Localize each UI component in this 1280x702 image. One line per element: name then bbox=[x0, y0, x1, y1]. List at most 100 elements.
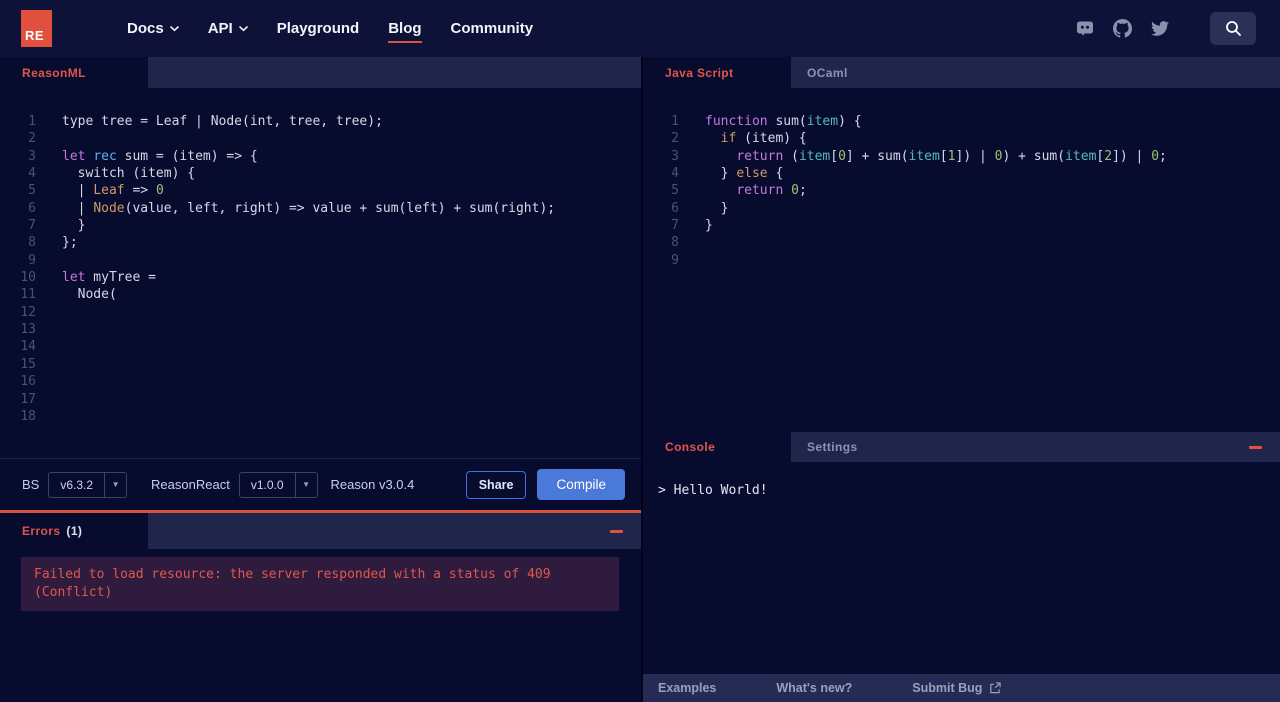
code-line: } bbox=[705, 200, 729, 216]
search-button[interactable] bbox=[1210, 12, 1256, 45]
line-number: 16 bbox=[20, 374, 36, 390]
line-number: 5 bbox=[671, 183, 679, 199]
reason-code: type tree = Leaf | Node(int, tree, tree)… bbox=[36, 113, 555, 458]
line-number: 1 bbox=[28, 114, 36, 129]
code-line: | Node(value, left, right) => value + su… bbox=[62, 200, 556, 216]
code-line: let rec sum = (item) => { bbox=[62, 148, 258, 164]
right-panel: Java Script OCaml 123456789 function sum… bbox=[643, 57, 1280, 702]
line-number: 1 bbox=[671, 114, 679, 129]
line-number: 18 bbox=[20, 408, 36, 424]
line-number: 2 bbox=[671, 131, 679, 147]
whats-new-link[interactable]: What's new? bbox=[776, 681, 852, 695]
external-link-icon bbox=[990, 682, 1002, 694]
ocaml-tab[interactable]: OCaml bbox=[791, 57, 848, 88]
console-tabbar: Console Settings bbox=[643, 432, 1280, 462]
console-panel: > Hello World! bbox=[643, 462, 1280, 674]
chevron-down-icon: ▼ bbox=[111, 480, 120, 489]
code-line: } bbox=[705, 218, 713, 234]
line-number: 2 bbox=[28, 131, 36, 147]
search-icon bbox=[1225, 21, 1241, 36]
github-icon[interactable] bbox=[1113, 19, 1132, 38]
console-output: > Hello World! bbox=[658, 483, 768, 498]
errors-tab[interactable]: Errors (1) bbox=[0, 513, 148, 549]
line-number: 7 bbox=[671, 218, 679, 234]
line-number: 10 bbox=[20, 270, 36, 286]
twitter-icon[interactable] bbox=[1151, 21, 1169, 36]
nav-item-api[interactable]: API bbox=[208, 20, 248, 37]
reasonreact-version-select[interactable]: v1.0.0 ▼ bbox=[238, 471, 318, 498]
javascript-tab[interactable]: Java Script bbox=[643, 57, 791, 88]
compile-button[interactable]: Compile bbox=[537, 469, 625, 500]
line-number: 9 bbox=[671, 252, 679, 268]
code-line: } else { bbox=[705, 166, 784, 182]
line-number: 12 bbox=[20, 304, 36, 320]
code-line: } bbox=[62, 218, 86, 234]
error-message: Failed to load resource: the server resp… bbox=[21, 557, 619, 611]
brand-logo[interactable]: RE bbox=[21, 10, 52, 47]
line-number: 4 bbox=[671, 166, 679, 182]
line-number: 8 bbox=[28, 235, 36, 251]
line-number: 3 bbox=[671, 148, 679, 164]
line-number: 6 bbox=[28, 200, 36, 216]
nav-item-blog[interactable]: Blog bbox=[388, 20, 422, 43]
chevron-down-icon bbox=[238, 25, 248, 31]
nav-item-playground[interactable]: Playground bbox=[277, 20, 360, 37]
code-line: return 0; bbox=[736, 183, 807, 199]
js-editor[interactable]: 123456789 function sum(item) { if (item)… bbox=[643, 88, 1280, 432]
code-line: }; bbox=[62, 235, 78, 251]
line-number: 5 bbox=[28, 183, 36, 199]
line-number: 6 bbox=[671, 200, 679, 216]
submit-bug-link[interactable]: Submit Bug bbox=[912, 681, 1002, 695]
reason-editor[interactable]: 1 2 3 4 5 6 7 8 9 10 11 12 13 14 15 16 17 18 type tree = … bbox=[0, 88, 641, 458]
right-tabbar: Java Script OCaml bbox=[643, 57, 1280, 88]
main-area: ReasonML 1 2 3 4 5 6 7 8 9 10 11 12 13 14 15 16 17 18 typ… bbox=[0, 57, 1280, 702]
nav-item-docs[interactable]: Docs bbox=[127, 20, 179, 37]
code-line: if (item) { bbox=[720, 131, 807, 147]
bs-label: BS bbox=[22, 477, 40, 492]
line-number: 4 bbox=[28, 166, 36, 182]
nav-menu: Docs API Playground Blog Community bbox=[127, 20, 534, 43]
chevron-down-icon: ▼ bbox=[302, 480, 310, 489]
code-line: | Leaf => 0 bbox=[62, 183, 164, 199]
code-line: switch (item) { bbox=[62, 166, 196, 182]
discord-icon[interactable] bbox=[1076, 21, 1094, 36]
collapse-console-button[interactable] bbox=[1249, 445, 1262, 449]
errors-count: (1) bbox=[66, 524, 83, 538]
line-number-gutter: 1 2 3 4 5 6 7 8 9 10 11 12 13 14 15 16 17 18 bbox=[0, 113, 36, 458]
nav-item-community[interactable]: Community bbox=[451, 20, 534, 37]
bs-version-select[interactable]: v6.3.2 ▼ bbox=[48, 471, 128, 498]
reasonreact-label: ReasonReact bbox=[151, 477, 230, 492]
collapse-errors-button[interactable] bbox=[610, 529, 623, 533]
errors-tabbar: Errors (1) bbox=[0, 513, 641, 549]
console-tab[interactable]: Console bbox=[643, 432, 791, 462]
code-line: function sum(item) { bbox=[705, 114, 862, 129]
footer: Examples What's new? Submit Bug bbox=[643, 674, 1280, 702]
chevron-down-icon bbox=[169, 25, 179, 31]
examples-link[interactable]: Examples bbox=[658, 681, 716, 695]
line-number: 9 bbox=[28, 252, 36, 268]
code-line: type tree = Leaf | Node(int, tree, tree)… bbox=[62, 114, 383, 129]
line-number: 17 bbox=[20, 391, 36, 407]
settings-tab[interactable]: Settings bbox=[791, 432, 858, 462]
line-number: 11 bbox=[20, 287, 36, 303]
reason-version-text: Reason v3.0.4 bbox=[330, 477, 415, 492]
line-number: 3 bbox=[28, 148, 36, 164]
line-number: 14 bbox=[20, 339, 36, 355]
line-number: 15 bbox=[20, 356, 36, 372]
line-number: 7 bbox=[28, 218, 36, 234]
toolbar: BS v6.3.2 ▼ ReasonReact v1.0.0 ▼ Reason … bbox=[0, 458, 641, 510]
share-button[interactable]: Share bbox=[465, 470, 527, 499]
line-number: 8 bbox=[671, 235, 679, 251]
reasonml-tab[interactable]: ReasonML bbox=[0, 57, 148, 88]
left-tabbar: ReasonML bbox=[0, 57, 641, 88]
